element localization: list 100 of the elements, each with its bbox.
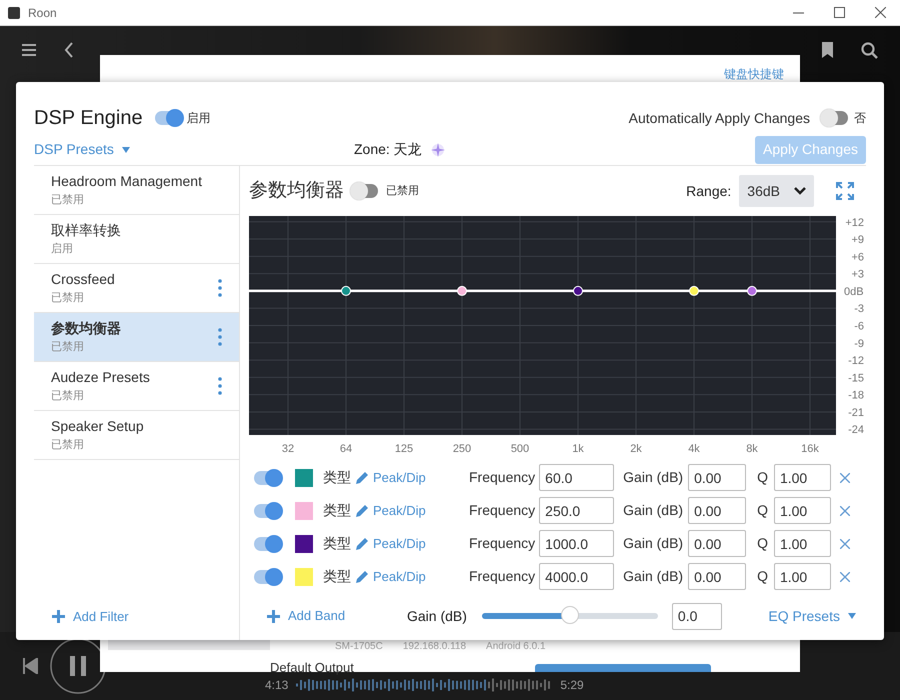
filter-item[interactable]: 参数均衡器 已禁用 [34, 313, 239, 362]
band-toggle[interactable] [254, 470, 280, 484]
enable-toggle[interactable] [154, 111, 181, 125]
band-point[interactable] [573, 286, 583, 296]
gain-field[interactable]: 0.00 [688, 497, 746, 524]
axis-label: +12 [845, 216, 864, 229]
axis-label: 125 [394, 443, 414, 455]
band-color-swatch[interactable] [295, 468, 313, 486]
axis-label: +6 [851, 251, 864, 264]
filter-status: 已禁用 [51, 340, 85, 356]
gain-field[interactable]: 0.00 [688, 563, 746, 590]
band-point[interactable] [747, 286, 757, 296]
axis-label: 500 [510, 443, 530, 455]
filter-item[interactable]: Audeze Presets 已禁用 [34, 362, 239, 411]
filter-name: 参数均衡器 [51, 319, 121, 338]
axis-label: -9 [854, 338, 864, 350]
shortcuts-link[interactable]: 键盘快捷键 [724, 65, 784, 83]
expand-icon[interactable] [836, 182, 854, 200]
pencil-icon[interactable] [356, 537, 369, 550]
filter-status: 已禁用 [51, 193, 85, 208]
filter-item[interactable]: 取样率转换 启用 [34, 215, 239, 264]
filter-name: Speaker Setup [51, 417, 144, 436]
range-select[interactable]: 36dB [739, 175, 814, 207]
more-icon[interactable] [218, 328, 222, 346]
band-point[interactable] [457, 286, 467, 296]
filter-item[interactable]: Headroom Management 已禁用 [34, 166, 239, 215]
frequency-label: Frequency [469, 534, 536, 553]
range-label: Range: [686, 182, 732, 201]
eq-toggle[interactable] [352, 184, 378, 198]
band-toggle[interactable] [254, 536, 280, 550]
gain-label: Gain (dB) [623, 468, 684, 487]
frequency-field[interactable]: 60.0 [539, 464, 614, 491]
type-label: 类型 [323, 501, 351, 520]
remove-icon[interactable] [840, 538, 850, 548]
back-icon[interactable] [64, 42, 74, 58]
pause-icon[interactable] [50, 638, 106, 694]
type-label: 类型 [323, 468, 351, 487]
frequency-field[interactable]: 250.0 [539, 497, 614, 524]
gain-field[interactable]: 0.00 [688, 464, 746, 491]
maximize-icon[interactable] [834, 7, 845, 18]
axis-label: 250 [452, 443, 472, 455]
frequency-field[interactable]: 1000.0 [539, 530, 614, 557]
q-label: Q [757, 501, 768, 520]
remove-icon[interactable] [840, 472, 850, 482]
filter-status: 已禁用 [51, 291, 85, 306]
q-field[interactable]: 1.00 [774, 530, 831, 557]
master-gain-field[interactable]: 0.0 [672, 602, 722, 630]
close-icon[interactable] [875, 7, 886, 18]
filter-status: 已禁用 [51, 438, 85, 454]
gain-field[interactable]: 0.00 [688, 530, 746, 557]
filter-name: Headroom Management [51, 172, 202, 192]
pencil-icon[interactable] [356, 471, 369, 484]
device-model: SM-1705C [335, 640, 383, 654]
pencil-icon[interactable] [356, 504, 369, 517]
band-toggle[interactable] [254, 570, 280, 584]
previous-icon[interactable] [22, 658, 38, 674]
q-field[interactable]: 1.00 [774, 464, 831, 491]
axis-label: +3 [851, 268, 864, 281]
band-color-swatch[interactable] [295, 502, 313, 520]
caret-icon [848, 613, 856, 619]
filter-status: 启用 [51, 242, 74, 258]
axis-label: -15 [848, 372, 864, 384]
menu-icon[interactable] [22, 44, 36, 56]
band-point[interactable] [341, 286, 351, 296]
frequency-label: Frequency [469, 501, 536, 520]
more-icon[interactable] [218, 279, 222, 297]
search-icon[interactable] [861, 42, 878, 58]
bookmark-icon[interactable] [822, 42, 833, 58]
filter-item[interactable]: Speaker Setup 已禁用 [34, 411, 239, 460]
total-time: 5:29 [560, 677, 584, 694]
auto-apply-label: Automatically Apply Changes [628, 108, 810, 128]
window-title: Roon [28, 4, 57, 22]
axis-label: -21 [848, 406, 864, 419]
band-toggle[interactable] [254, 504, 280, 518]
gain-label: Gain (dB) [623, 534, 684, 553]
pencil-icon[interactable] [356, 570, 369, 583]
remove-icon[interactable] [840, 572, 850, 582]
band-color-swatch[interactable] [295, 534, 313, 552]
axis-label: 64 [340, 443, 352, 455]
remove-icon[interactable] [840, 506, 850, 516]
zone-label: Zone: 天龙 [354, 140, 422, 159]
slider-thumb[interactable] [560, 606, 579, 624]
caret-icon [122, 146, 130, 152]
dsp-title: DSP Engine [34, 106, 143, 131]
band-point[interactable] [689, 286, 699, 296]
more-icon[interactable] [218, 377, 222, 395]
frequency-field[interactable]: 4000.0 [539, 563, 614, 590]
axis-label: 4k [688, 443, 700, 455]
eq-status: 已禁用 [386, 184, 419, 199]
sparkle-icon [430, 142, 446, 158]
device-ip: 192.168.0.118 [402, 640, 466, 654]
q-field[interactable]: 1.00 [774, 563, 831, 590]
plus-icon [267, 610, 280, 622]
band-color-swatch[interactable] [295, 568, 313, 586]
q-field[interactable]: 1.00 [774, 497, 831, 524]
gain-label: Gain (dB) [623, 501, 684, 520]
axis-label: 0dB [844, 286, 864, 298]
q-label: Q [757, 468, 768, 487]
auto-apply-toggle[interactable] [822, 111, 848, 125]
waveform[interactable] [296, 676, 552, 694]
